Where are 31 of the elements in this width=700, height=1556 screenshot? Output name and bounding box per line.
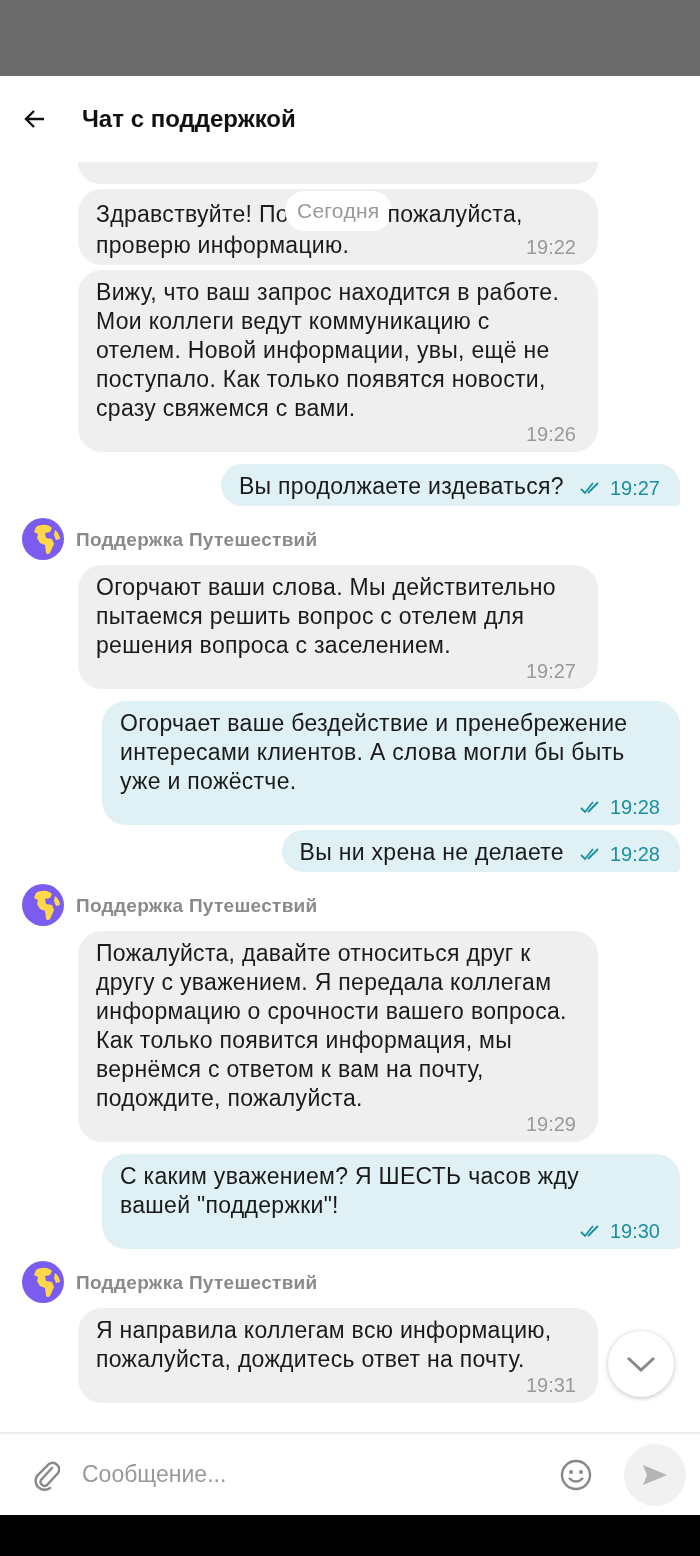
chevron-down-icon: [626, 1356, 656, 1372]
message-time: 19:29: [525, 1113, 576, 1135]
sender-name: Поддержка Путешествий: [76, 1270, 318, 1295]
message-text: Огорчают ваши слова. Мы действительно пытаемся решить вопрос с отелем для решения вопроса с заселением.: [96, 573, 557, 660]
message-time: 19:26: [525, 423, 576, 445]
message-text: С каким уважением? Я ШЕСТЬ часов жду вашей "поддержки"!: [120, 1162, 581, 1220]
chat-title: Чат с поддержкой: [82, 105, 296, 133]
message-time: 19:31: [525, 1374, 576, 1396]
globe-avatar-icon: [22, 518, 64, 560]
send-icon: [641, 1462, 669, 1487]
globe-avatar-icon: [22, 1261, 64, 1303]
message-text: проверю информацию.: [96, 231, 350, 260]
message-time: 19:28: [609, 796, 660, 818]
scroll-down-button[interactable]: [608, 1331, 674, 1397]
message-text: Вы ни хрена не делаете: [299, 838, 564, 867]
message-time: 19:22: [525, 236, 576, 258]
sender-name: Поддержка Путешествий: [76, 893, 318, 918]
sender-name: Поддержка Путешествий: [76, 527, 318, 552]
message-time: 19:27: [609, 477, 660, 499]
message-text: Вы продолжаете издеваться?: [238, 472, 564, 501]
message-time: 19:30: [609, 1220, 660, 1242]
emoji-button[interactable]: [560, 1458, 592, 1491]
message-text: Огорчает ваше бездействие и пренебрежение интересами клиентов. А слова могли бы быть уже и пожёстче.: [120, 709, 629, 796]
message-input[interactable]: Сообщение...: [82, 1454, 538, 1495]
message-time: 19:28: [609, 843, 660, 865]
message-text: Я направила коллегам всю информацию, пожалуйста, дождитесь ответ на почту.: [96, 1316, 553, 1374]
globe-avatar-icon: [22, 884, 64, 926]
message-text: Вижу, что ваш запрос находится в работе. Мои коллеги ведут коммуникацию с отелем. Новой информации, увы, ещё не поступало. Как только появятся новости, сразу свяжемся с вами.: [96, 278, 561, 423]
smiley-icon: [560, 1458, 592, 1491]
message-time: 19:27: [525, 660, 576, 682]
message-text: Пожалуйста, давайте относиться друг к другу с уважением. Я передала коллегам информацию о срочности вашего вопроса. Как только появится информация, мы вернёмся с ответом к вам на почту, подождите, пожалуйста.: [96, 939, 568, 1113]
